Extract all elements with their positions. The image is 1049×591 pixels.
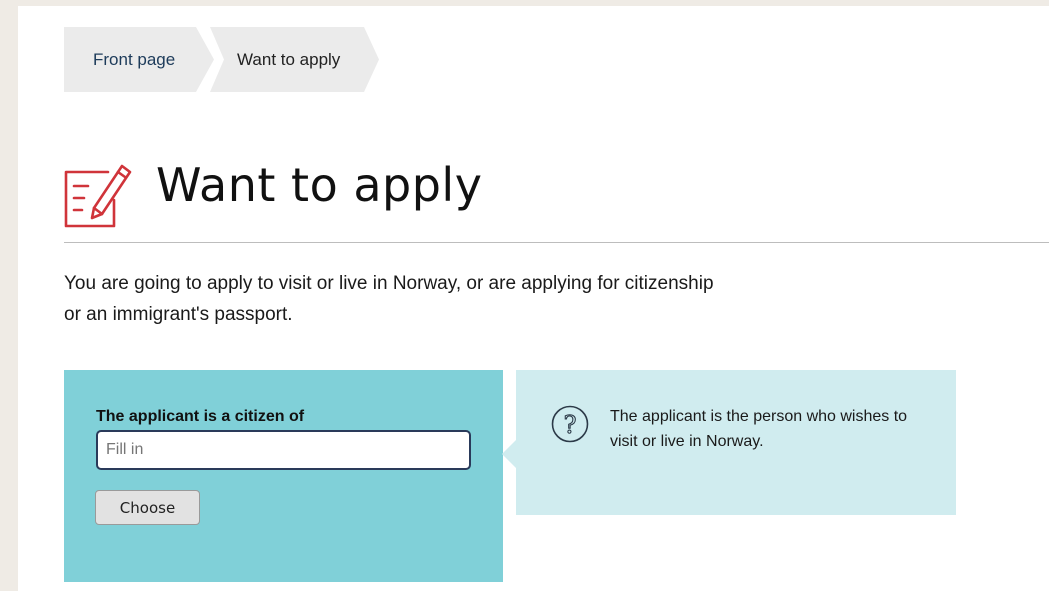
help-panel-pointer [502,440,516,468]
help-text: The applicant is the person who wishes t… [610,408,908,450]
svg-text:?: ? [564,411,577,439]
page: Front page Want to apply Want to apply Y… [18,6,1049,591]
page-title: Want to apply [156,158,483,212]
intro-text: You are going to apply to visit or live … [64,273,714,325]
divider [64,242,1049,243]
citizenship-input[interactable] [96,430,471,470]
help-panel: ? The applicant is the person who wishes… [502,370,956,515]
citizenship-form-panel: The applicant is a citizen of Choose [64,370,503,582]
application-form-icon [64,164,132,228]
question-mark-icon: ? [551,405,589,443]
citizenship-field-label: The applicant is a citizen of [96,408,305,425]
breadcrumb-front-page[interactable]: Front page [64,27,214,92]
choose-button[interactable]: Choose [95,490,200,525]
breadcrumb-current-page: Want to apply [210,27,379,92]
